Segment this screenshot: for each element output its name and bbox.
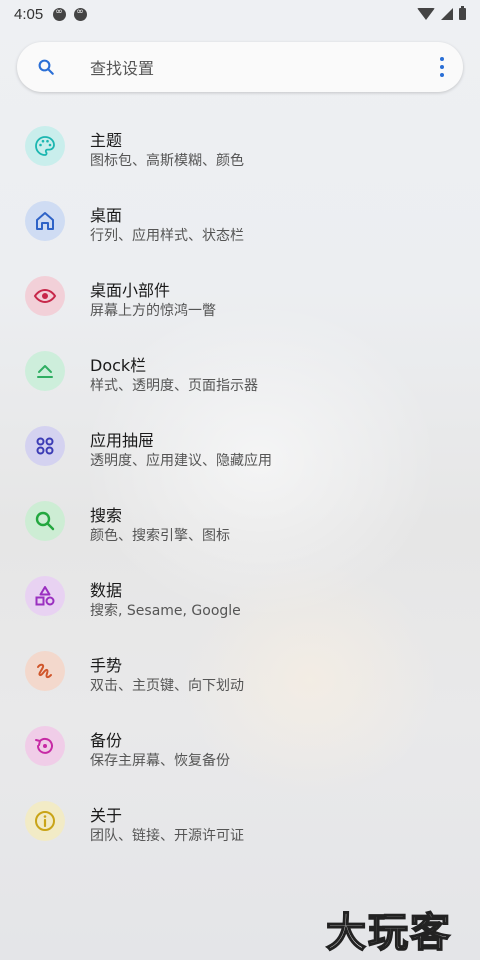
wifi-icon [417, 8, 435, 20]
settings-item-app-drawer[interactable]: 应用抽屉 透明度、应用建议、隐藏应用 [0, 409, 480, 484]
settings-item-data[interactable]: 数据 搜索, Sesame, Google [0, 559, 480, 634]
watermark-logo: 大玩客 [325, 908, 452, 957]
shapes-icon [25, 576, 65, 616]
settings-item-theme[interactable]: 主题 图标包、高斯模糊、颜色 [0, 109, 480, 184]
search-icon [38, 59, 54, 75]
settings-item-title: 桌面 [90, 206, 123, 225]
settings-item-search[interactable]: 搜索 颜色、搜索引擎、图标 [0, 484, 480, 559]
cell-signal-icon [441, 8, 453, 20]
eye-icon [25, 276, 65, 316]
restore-icon [25, 726, 65, 766]
settings-item-subtitle: 团队、链接、开源许可证 [90, 828, 244, 844]
status-time: 4:05 [14, 5, 44, 23]
info-icon [25, 801, 65, 841]
settings-item-dock[interactable]: Dock栏 样式、透明度、页面指示器 [0, 334, 480, 409]
settings-list: 主题 图标包、高斯模糊、颜色 桌面 行列、应用样式、状态栏 桌面小部件 屏幕上方… [0, 109, 480, 859]
settings-item-title: Dock栏 [90, 356, 147, 375]
settings-item-desktop[interactable]: 桌面 行列、应用样式、状态栏 [0, 184, 480, 259]
settings-item-title: 搜索 [90, 506, 123, 525]
settings-item-title: 主题 [90, 131, 123, 150]
home-icon [25, 201, 65, 241]
settings-item-title: 手势 [90, 656, 123, 675]
settings-item-backup[interactable]: 备份 保存主屏幕、恢复备份 [0, 709, 480, 784]
settings-item-subtitle: 颜色、搜索引擎、图标 [90, 528, 230, 544]
status-bar: 4:05 [0, 0, 480, 28]
settings-item-subtitle: 保存主屏幕、恢复备份 [90, 753, 230, 769]
settings-item-title: 桌面小部件 [90, 281, 171, 300]
settings-item-gestures[interactable]: 手势 双击、主页键、向下划动 [0, 634, 480, 709]
settings-item-subtitle: 行列、应用样式、状态栏 [90, 228, 244, 244]
more-options-icon[interactable] [439, 57, 445, 77]
settings-item-subtitle: 搜索, Sesame, Google [90, 603, 241, 619]
battery-icon [459, 6, 466, 20]
palette-icon [25, 126, 65, 166]
settings-item-subtitle: 样式、透明度、页面指示器 [90, 378, 258, 394]
search-placeholder: 查找设置 [90, 59, 155, 78]
gesture-icon [25, 651, 65, 691]
search-icon [25, 501, 65, 541]
apps-grid-icon [25, 426, 65, 466]
settings-item-subtitle: 屏幕上方的惊鸿一瞥 [90, 303, 216, 319]
settings-item-subtitle: 图标包、高斯模糊、颜色 [90, 153, 244, 169]
search-bar[interactable]: 查找设置 [17, 42, 463, 92]
settings-item-subtitle: 透明度、应用建议、隐藏应用 [90, 453, 272, 469]
settings-item-title: 备份 [90, 731, 123, 750]
settings-item-widgets[interactable]: 桌面小部件 屏幕上方的惊鸿一瞥 [0, 259, 480, 334]
settings-item-title: 应用抽屉 [90, 431, 155, 450]
dock-icon [25, 351, 65, 391]
notification-icon [74, 7, 88, 21]
settings-item-subtitle: 双击、主页键、向下划动 [90, 678, 244, 694]
settings-item-title: 数据 [90, 581, 123, 600]
notification-icon [53, 7, 67, 21]
settings-item-about[interactable]: 关于 团队、链接、开源许可证 [0, 784, 480, 859]
settings-item-title: 关于 [90, 806, 123, 825]
